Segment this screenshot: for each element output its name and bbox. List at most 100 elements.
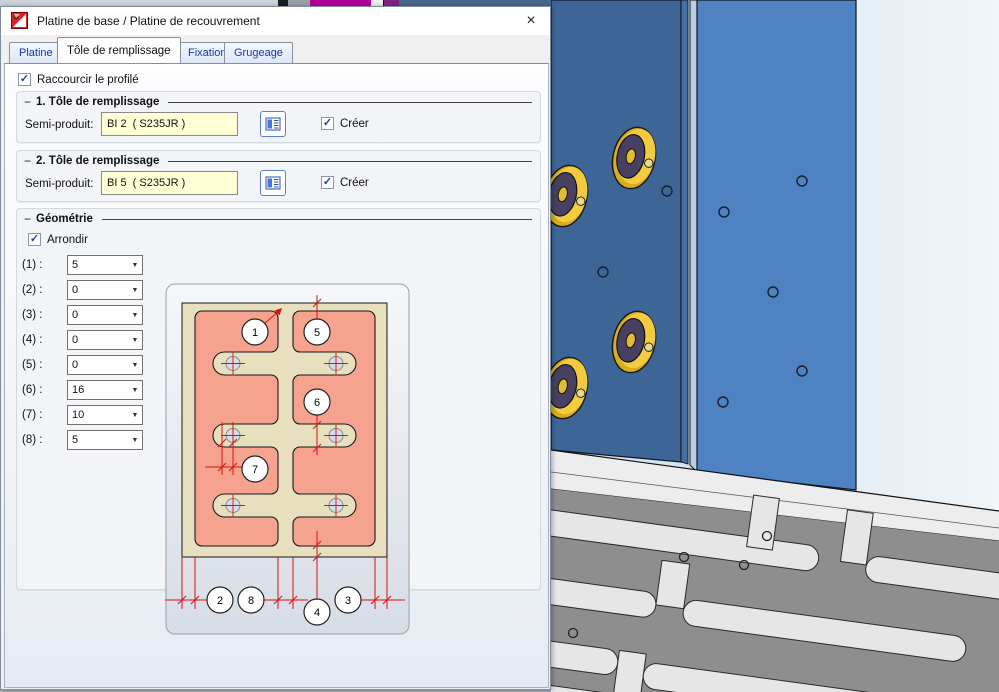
svg-text:8: 8 bbox=[248, 595, 254, 607]
chevron-down-icon[interactable]: ▼ bbox=[128, 412, 142, 419]
semi-produit-input-1[interactable]: BI 2 ( S235JR ) bbox=[101, 112, 238, 136]
checkbox-check-icon: ✓ bbox=[28, 233, 41, 246]
checkbox-label: Arrondir bbox=[47, 234, 88, 246]
semi-produit-label: Semi-produit: bbox=[25, 178, 93, 190]
param-dropdown-5[interactable]: 0 ▼ bbox=[67, 355, 143, 375]
chevron-down-icon[interactable]: ▼ bbox=[128, 312, 142, 319]
param-value: 0 bbox=[68, 309, 128, 321]
checkbox-label: Créer bbox=[340, 118, 369, 130]
checkbox-creer-2[interactable]: ✓ Créer bbox=[321, 176, 369, 189]
chevron-down-icon[interactable]: ▼ bbox=[128, 362, 142, 369]
catalog-icon bbox=[265, 176, 281, 190]
callout-7: 7 bbox=[242, 456, 268, 482]
callout-5: 5 bbox=[304, 319, 330, 345]
svg-text:5: 5 bbox=[314, 327, 320, 339]
svg-text:6: 6 bbox=[314, 397, 320, 409]
callout-3: 3 bbox=[335, 587, 361, 613]
collapse-indicator[interactable]: − bbox=[24, 212, 31, 226]
svg-text:7: 7 bbox=[252, 464, 258, 476]
catalog-icon bbox=[265, 117, 281, 131]
svg-text:2: 2 bbox=[217, 595, 223, 607]
param-label-2: (2) : bbox=[22, 284, 42, 296]
group-title: 1. Tôle de remplissage bbox=[36, 96, 159, 108]
param-value: 5 bbox=[68, 434, 128, 446]
semi-produit-input-2[interactable]: BI 5 ( S235JR ) bbox=[101, 171, 238, 195]
tab-page: ✓ Raccourcir le profilé − 1. Tôle de rem… bbox=[4, 63, 549, 688]
param-dropdown-3[interactable]: 0 ▼ bbox=[67, 305, 143, 325]
checkbox-check-icon: ✓ bbox=[321, 176, 334, 189]
param-dropdown-8[interactable]: 5 ▼ bbox=[67, 430, 143, 450]
collapse-indicator[interactable]: − bbox=[24, 95, 31, 109]
group-tole-remplissage-2: − 2. Tôle de remplissage Semi-produit: B… bbox=[16, 150, 541, 202]
close-button[interactable]: × bbox=[520, 10, 542, 32]
callout-2: 2 bbox=[207, 587, 233, 613]
callout-1: 1 bbox=[242, 319, 268, 345]
tab-platine[interactable]: Platine bbox=[9, 42, 63, 63]
svg-text:1: 1 bbox=[252, 327, 258, 339]
checkbox-check-icon: ✓ bbox=[321, 117, 334, 130]
semi-produit-label: Semi-produit: bbox=[25, 119, 93, 131]
model-viewport-3d[interactable] bbox=[551, 0, 999, 692]
checkbox-raccourcir-le-profile[interactable]: ✓ Raccourcir le profilé bbox=[18, 73, 139, 86]
param-label-7: (7) : bbox=[22, 409, 42, 421]
semi-produit-value: BI 5 ( S235JR ) bbox=[107, 177, 185, 189]
checkbox-check-icon: ✓ bbox=[18, 73, 31, 86]
param-value: 16 bbox=[68, 384, 128, 396]
param-label-6: (6) : bbox=[22, 384, 42, 396]
param-label-8: (8) : bbox=[22, 434, 42, 446]
callout-6: 6 bbox=[304, 389, 330, 415]
group-title: 2. Tôle de remplissage bbox=[36, 155, 159, 167]
checkbox-label: Raccourcir le profilé bbox=[37, 74, 139, 86]
chevron-down-icon[interactable]: ▼ bbox=[128, 262, 142, 269]
group-title-rule bbox=[168, 102, 532, 103]
param-value: 5 bbox=[68, 259, 128, 271]
param-label-1: (1) : bbox=[22, 259, 42, 271]
group-title-row: − 2. Tôle de remplissage bbox=[24, 154, 532, 168]
collapse-indicator[interactable]: − bbox=[24, 154, 31, 168]
group-title-row: − Géométrie bbox=[24, 212, 532, 226]
group-title: Géométrie bbox=[36, 213, 93, 225]
tab-tole-de-remplissage[interactable]: Tôle de remplissage bbox=[57, 37, 181, 63]
param-value: 0 bbox=[68, 334, 128, 346]
group-title-rule bbox=[102, 219, 532, 220]
param-dropdown-2[interactable]: 0 ▼ bbox=[67, 280, 143, 300]
param-value: 0 bbox=[68, 359, 128, 371]
tab-strip: Platine Tôle de remplissage Fixation Gru… bbox=[1, 37, 550, 63]
chevron-down-icon[interactable]: ▼ bbox=[128, 387, 142, 394]
chevron-down-icon[interactable]: ▼ bbox=[128, 437, 142, 444]
svg-text:3: 3 bbox=[345, 595, 351, 607]
dialog-title: Platine de base / Platine de recouvremen… bbox=[37, 14, 260, 28]
steel-plate-light-blue bbox=[697, 0, 856, 490]
catalog-browse-button-2[interactable] bbox=[260, 170, 286, 196]
param-dropdown-7[interactable]: 10 ▼ bbox=[67, 405, 143, 425]
callout-8: 8 bbox=[238, 587, 264, 613]
chevron-down-icon[interactable]: ▼ bbox=[128, 287, 142, 294]
semi-produit-value: BI 2 ( S235JR ) bbox=[107, 118, 185, 130]
chevron-down-icon[interactable]: ▼ bbox=[128, 337, 142, 344]
param-label-5: (5) : bbox=[22, 359, 42, 371]
group-title-row: − 1. Tôle de remplissage bbox=[24, 95, 532, 109]
steel-plate-light-edge bbox=[690, 0, 697, 472]
param-label-3: (3) : bbox=[22, 309, 42, 321]
group-title-rule bbox=[168, 161, 532, 162]
checkbox-creer-1[interactable]: ✓ Créer bbox=[321, 117, 369, 130]
tab-grugeage[interactable]: Grugeage bbox=[224, 42, 293, 63]
svg-text:4: 4 bbox=[314, 607, 320, 619]
steel-plate-dark-edge bbox=[681, 0, 688, 464]
catalog-browse-button-1[interactable] bbox=[260, 111, 286, 137]
param-dropdown-4[interactable]: 0 ▼ bbox=[67, 330, 143, 350]
checkbox-arrondir[interactable]: ✓ Arrondir bbox=[28, 233, 88, 246]
param-dropdown-1[interactable]: 5 ▼ bbox=[67, 255, 143, 275]
screen: { "window": { "title": "Platine de base … bbox=[0, 0, 999, 692]
param-label-4: (4) : bbox=[22, 334, 42, 346]
param-value: 0 bbox=[68, 284, 128, 296]
group-tole-remplissage-1: − 1. Tôle de remplissage Semi-produit: B… bbox=[16, 91, 541, 143]
checkbox-label: Créer bbox=[340, 177, 369, 189]
dialog-platine-de-base: Platine de base / Platine de recouvremen… bbox=[0, 6, 551, 690]
component-icon bbox=[11, 12, 28, 29]
dialog-titlebar[interactable]: Platine de base / Platine de recouvremen… bbox=[1, 7, 550, 35]
geometry-diagram: 1 5 6 7 2 8 4 bbox=[165, 283, 410, 635]
param-value: 10 bbox=[68, 409, 128, 421]
param-dropdown-6[interactable]: 16 ▼ bbox=[67, 380, 143, 400]
callout-4: 4 bbox=[304, 599, 330, 625]
